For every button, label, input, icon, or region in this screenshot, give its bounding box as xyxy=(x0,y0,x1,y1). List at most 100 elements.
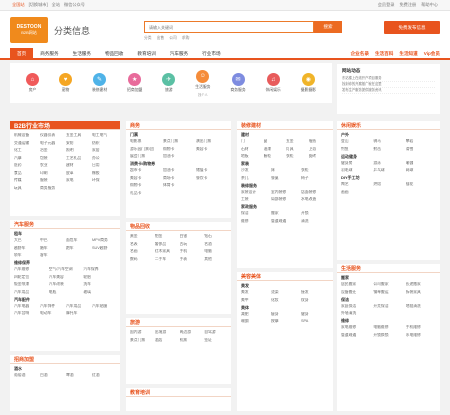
help-link[interactable]: 帮助中心 xyxy=(421,2,438,8)
category-link[interactable]: 瑜伽 xyxy=(241,319,269,324)
category-link[interactable]: 景点门票 xyxy=(130,338,153,343)
category-link[interactable]: 仪器仪表 xyxy=(40,133,64,138)
category-link[interactable]: 出境游 xyxy=(155,330,178,335)
category-link[interactable] xyxy=(92,311,116,316)
category-link[interactable]: 化工 xyxy=(14,148,38,153)
category-link[interactable] xyxy=(163,191,194,196)
section-heading[interactable]: 运动健身 xyxy=(337,152,440,161)
section-heading[interactable]: 酒水 xyxy=(10,364,120,373)
category-link[interactable]: 管道疏通 xyxy=(271,219,299,224)
category-link[interactable]: 二手车 xyxy=(155,257,178,262)
category-link[interactable]: 办公 xyxy=(92,156,116,161)
category-link[interactable]: 环保 xyxy=(92,178,116,183)
category-link[interactable]: 设备搬迁 xyxy=(341,290,371,295)
category-link[interactable]: 家装设计 xyxy=(241,190,269,195)
category-link[interactable]: 商务服务 xyxy=(40,186,64,191)
category-link[interactable]: 家庭保洁 xyxy=(341,304,371,309)
category-link[interactable]: 交通运输 xyxy=(14,141,38,146)
post-info-button[interactable]: 免费发布信息 xyxy=(384,21,440,34)
category-link[interactable]: 名表 xyxy=(130,242,153,247)
category-link[interactable]: 减肥 xyxy=(241,312,269,317)
block-title[interactable]: B2B行业市场 xyxy=(10,121,120,130)
category-link[interactable]: 窗 xyxy=(264,139,285,144)
category-link[interactable]: 摩托车 xyxy=(66,311,90,316)
category-link[interactable]: 钢琴搬运 xyxy=(373,290,403,295)
block-title[interactable]: 休闲娱乐 xyxy=(337,121,440,130)
category-link[interactable]: 攀岩 xyxy=(406,139,436,144)
category-link[interactable]: 骑马 xyxy=(373,139,403,144)
category-link[interactable]: 灯具 xyxy=(286,147,307,152)
category-link[interactable]: 卫浴 xyxy=(309,147,330,152)
category-icon-item[interactable]: ✈ 旅游 xyxy=(162,73,176,93)
category-link[interactable]: 店面装修 xyxy=(301,190,329,195)
nav-item-life[interactable]: 生活服务 xyxy=(66,48,98,59)
category-link[interactable]: 烘焙 xyxy=(373,182,403,187)
nav-link-know[interactable]: 生活知道 xyxy=(399,51,417,57)
category-link[interactable] xyxy=(92,186,116,191)
category-link[interactable] xyxy=(196,183,227,188)
category-link[interactable]: 古玩 xyxy=(180,242,203,247)
category-link[interactable]: 健身 xyxy=(301,312,329,317)
category-link[interactable]: 轿车 xyxy=(14,253,38,258)
block-title[interactable]: 生活服务 xyxy=(337,264,440,273)
category-link[interactable]: 汽车电器 xyxy=(14,304,38,309)
category-link[interactable]: 加油卡 xyxy=(163,168,194,173)
category-link[interactable]: 家电 xyxy=(66,178,90,183)
nav-item-education[interactable]: 教育培训 xyxy=(130,48,162,59)
category-link[interactable]: 瘦身 xyxy=(271,312,299,317)
section-heading[interactable]: 户外 xyxy=(337,130,440,139)
block-title[interactable]: 物品回收 xyxy=(126,222,231,231)
category-link[interactable]: 酒店 xyxy=(155,338,178,343)
category-link[interactable]: 纺织 xyxy=(92,141,116,146)
category-link[interactable]: 景点门票 xyxy=(163,139,194,144)
category-link[interactable]: 电脑 xyxy=(204,249,227,254)
category-link[interactable]: 茶几 xyxy=(241,176,269,181)
category-link[interactable]: 签证 xyxy=(204,338,227,343)
search-input[interactable] xyxy=(144,21,314,33)
category-link[interactable]: 黄金 xyxy=(130,234,153,239)
category-link[interactable]: 医药 xyxy=(14,163,38,168)
category-link[interactable]: 地板 xyxy=(241,154,262,159)
category-link[interactable]: 超市卡 xyxy=(130,168,161,173)
category-link[interactable]: 床 xyxy=(271,168,299,173)
category-link[interactable]: 商场卡 xyxy=(163,176,194,181)
category-link[interactable]: 中巴 xyxy=(40,238,64,243)
category-link[interactable]: 食品 xyxy=(14,171,38,176)
section-heading[interactable]: 家政服务 xyxy=(237,202,333,211)
category-link[interactable]: 葡萄酒 xyxy=(14,373,38,378)
category-link[interactable]: 乒乓球 xyxy=(373,168,403,173)
category-link[interactable]: 汽车用品 xyxy=(14,290,47,295)
category-link[interactable]: 家电维修 xyxy=(341,325,371,330)
category-link[interactable]: 玻璃 xyxy=(83,290,116,295)
category-link[interactable]: SPA xyxy=(301,319,329,324)
nav-link-wiki[interactable]: 生活百科 xyxy=(375,51,393,57)
block-title[interactable]: 招商加盟 xyxy=(10,355,120,364)
category-link[interactable]: 包装 xyxy=(40,156,64,161)
category-link[interactable]: 面包车 xyxy=(66,238,90,243)
category-link[interactable]: 游泳 xyxy=(373,161,403,166)
category-link[interactable]: 轮胎 xyxy=(83,275,116,280)
category-icon-item[interactable]: ✉ 商务服务 xyxy=(230,73,246,93)
section-heading[interactable]: 美发 xyxy=(237,281,333,290)
category-link[interactable]: 汽摩 xyxy=(14,156,38,161)
category-link[interactable]: 汽车用品 xyxy=(66,304,90,309)
category-link[interactable]: 按摩 xyxy=(271,319,299,324)
category-link[interactable]: 橡胶 xyxy=(92,171,116,176)
category-link[interactable]: 农业 xyxy=(40,163,64,168)
category-link[interactable] xyxy=(66,253,90,258)
category-link[interactable] xyxy=(92,253,116,258)
category-link[interactable]: 电动车 xyxy=(40,311,64,316)
section-heading[interactable]: 搬家 xyxy=(337,273,440,282)
category-link[interactable]: 搬家 xyxy=(271,211,299,216)
category-link[interactable]: 建材 xyxy=(66,163,90,168)
block-title[interactable]: 旅游 xyxy=(126,318,231,327)
category-link[interactable]: 衣柜 xyxy=(286,154,307,159)
category-link[interactable]: 储值卡 xyxy=(196,168,227,173)
category-link[interactable]: 餐桌 xyxy=(271,176,299,181)
category-link[interactable]: 手机 xyxy=(180,249,203,254)
category-link[interactable]: 奢侈品 xyxy=(155,242,178,247)
category-link[interactable]: 手表 xyxy=(180,257,203,262)
category-link[interactable]: 四轮定位 xyxy=(14,275,47,280)
category-link[interactable]: 体育卡 xyxy=(163,183,194,188)
category-link[interactable]: 名酒 xyxy=(204,242,227,247)
